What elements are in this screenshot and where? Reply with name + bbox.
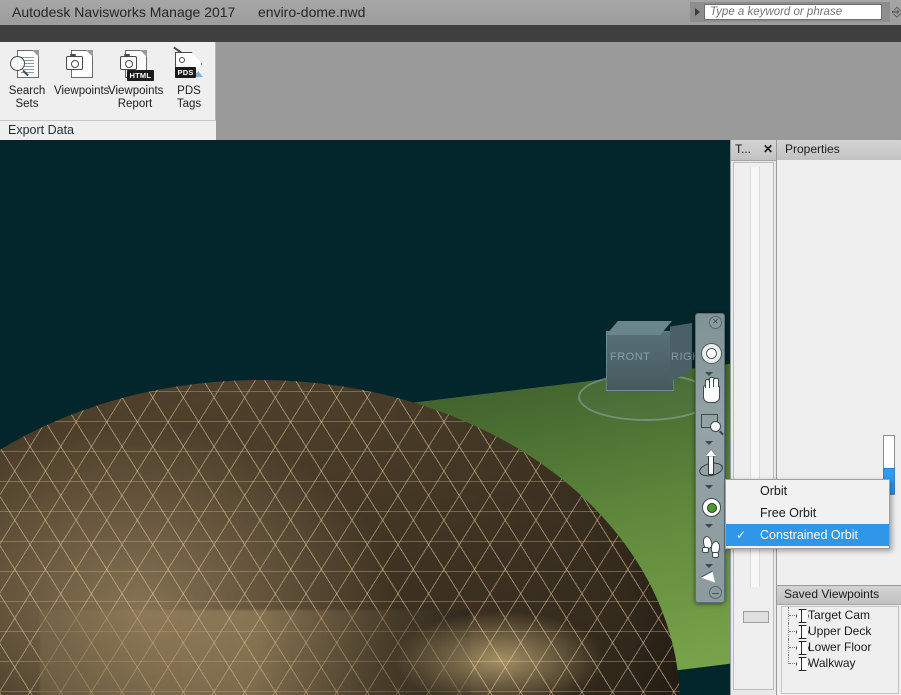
steering-wheel-icon	[701, 343, 722, 364]
help-icon[interactable]: ⎆	[892, 4, 901, 20]
search-sets-label-line1: Search	[8, 85, 46, 97]
ribbon-tab-strip	[0, 25, 901, 42]
saved-viewpoints-list[interactable]: Target Cam Upper Deck Lower Floor Walkwa…	[781, 606, 899, 694]
saved-viewpoints-panel: Saved Viewpoints Target Cam Upper Deck L…	[776, 585, 901, 695]
title-bar: Autodesk Navisworks Manage 2017 enviro-d…	[0, 0, 901, 26]
orbit-caret-icon[interactable]	[705, 485, 713, 489]
walk-heel-icon	[702, 547, 709, 553]
viewpoint-label: Target Cam	[808, 608, 871, 622]
pds-badge: PDS	[175, 67, 197, 78]
steering-wheel-caret-icon[interactable]	[705, 372, 713, 376]
navigation-bar: ✕ ⚊	[695, 313, 725, 603]
menu-item-orbit[interactable]: Orbit	[726, 480, 889, 502]
tool-panel-header: T... ✕	[731, 140, 776, 161]
pan-button[interactable]	[698, 377, 722, 410]
ribbon: Search Sets Viewpoints HTML Viewpoints R…	[0, 42, 901, 140]
navisworks-window: Autodesk Navisworks Manage 2017 enviro-d…	[0, 0, 901, 695]
tool-panel-title: T...	[735, 142, 752, 156]
orbit-arrow-icon	[705, 450, 716, 456]
menu-item-free-orbit-check-icon	[736, 502, 750, 524]
pds-tags-button[interactable]: PDS PDS Tags	[162, 42, 216, 118]
pds-tags-label-line2: Tags	[176, 98, 202, 110]
search-sets-label-line2: Sets	[15, 98, 39, 110]
tool-panel: T... ✕	[730, 140, 776, 695]
look-caret-icon[interactable]	[705, 524, 713, 528]
list-item[interactable]: Lower Floor	[782, 639, 898, 655]
tool-panel-close-icon[interactable]: ✕	[763, 142, 773, 156]
tool-panel-slider-thumb[interactable]	[743, 611, 769, 623]
walk-button[interactable]	[698, 532, 722, 562]
ribbon-button-group: Search Sets Viewpoints HTML Viewpoints R…	[0, 42, 216, 120]
look-button[interactable]	[698, 494, 722, 524]
saved-viewpoints-header: Saved Viewpoints	[777, 586, 901, 605]
hand-pan-icon	[703, 377, 720, 403]
app-title: Autodesk Navisworks Manage 2017	[12, 4, 236, 20]
menu-item-orbit-label: Orbit	[760, 484, 788, 498]
viewpoints-button[interactable]: Viewpoints	[54, 42, 110, 118]
3d-viewport[interactable]: FRONT RIGHT	[0, 140, 730, 695]
viewpoint-label: Walkway	[808, 656, 856, 670]
viewpoints-report-icon: HTML	[118, 48, 154, 82]
viewpoint-label: Upper Deck	[808, 624, 872, 638]
viewpoints-report-label-line1: Viewpoints	[108, 85, 164, 97]
properties-panel-title: Properties	[785, 142, 840, 156]
menu-item-constrained-orbit[interactable]: ✓ Constrained Orbit	[726, 524, 889, 546]
orbit-axis-icon	[708, 453, 714, 475]
pds-tags-label-line1: PDS	[177, 85, 201, 97]
viewpoints-icon	[64, 48, 98, 82]
steering-wheel-button[interactable]	[698, 340, 722, 370]
viewpoints-label: Viewpoints	[54, 85, 110, 97]
menu-item-constrained-orbit-label: Constrained Orbit	[760, 528, 858, 542]
look-eye-icon	[702, 498, 721, 517]
menu-item-constrained-orbit-check-icon: ✓	[736, 528, 747, 542]
orbit-context-menu: Orbit Free Orbit ✓ Constrained Orbit	[725, 479, 890, 549]
zoom-button[interactable]	[698, 410, 722, 440]
navbar-close-icon[interactable]: ✕	[709, 316, 722, 329]
export-data-label: Export Data	[8, 123, 75, 137]
zoom-magnifier-icon	[710, 421, 721, 432]
ribbon-panel-title: Export Data	[0, 120, 216, 140]
viewpoints-report-button[interactable]: HTML Viewpoints Report	[108, 42, 164, 118]
search-input[interactable]	[704, 4, 882, 20]
ribbon-panel-export-data: Search Sets Viewpoints HTML Viewpoints R…	[0, 42, 216, 140]
walk-heel-second-icon	[712, 552, 719, 558]
zoom-caret-icon[interactable]	[705, 441, 713, 445]
walk-caret-icon[interactable]	[705, 564, 713, 568]
saved-viewpoints-title: Saved Viewpoints	[784, 587, 880, 601]
search-sets-button[interactable]: Search Sets	[0, 42, 54, 118]
list-item[interactable]: Walkway	[782, 655, 898, 671]
navbar-minimize-icon[interactable]: ⚊	[709, 586, 722, 599]
menu-item-free-orbit-label: Free Orbit	[760, 506, 817, 520]
html-badge: HTML	[127, 70, 154, 81]
view-cube-front-label[interactable]: FRONT	[610, 351, 650, 363]
search-dropdown-icon[interactable]	[690, 2, 704, 22]
viewpoint-label: Lower Floor	[808, 640, 872, 654]
properties-panel-header: Properties	[777, 140, 901, 161]
document-name: enviro-dome.nwd	[258, 4, 366, 20]
pds-tags-icon: PDS	[172, 46, 206, 82]
list-item[interactable]: Upper Deck	[782, 623, 898, 639]
menu-item-orbit-check-icon	[736, 480, 750, 502]
search-box[interactable]	[690, 2, 890, 22]
list-item[interactable]: Target Cam	[782, 607, 898, 623]
search-sets-icon	[10, 48, 44, 82]
viewpoints-report-label-line2: Report	[117, 98, 153, 110]
menu-item-free-orbit[interactable]: Free Orbit	[726, 502, 889, 524]
tool-panel-body[interactable]	[733, 162, 774, 690]
interior-light-glow	[350, 580, 650, 695]
